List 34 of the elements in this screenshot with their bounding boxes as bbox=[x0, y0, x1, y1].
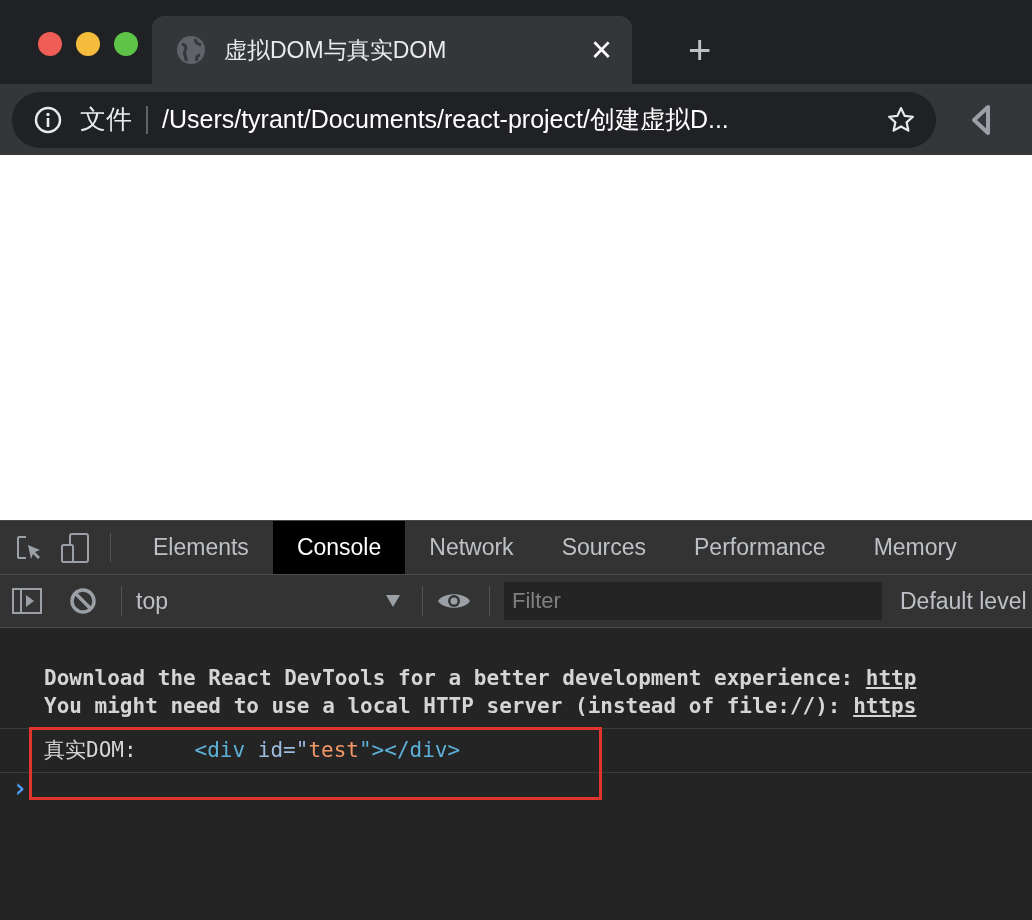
zoom-window-icon[interactable] bbox=[114, 32, 138, 56]
devtools-tab[interactable]: Performance bbox=[670, 521, 850, 574]
log-label: 真实DOM: bbox=[44, 736, 137, 764]
console-message: Download the React DevTools for a better development experience: http bbox=[44, 665, 918, 692]
address-bar[interactable]: 文件 /Users/tyrant/Documents/react-project/创建虚拟D... bbox=[12, 91, 936, 148]
console-message: You might need to use a local HTTP server (instead of file://): https bbox=[44, 693, 918, 720]
console-prompt[interactable]: › bbox=[0, 773, 1032, 803]
message-link[interactable]: https bbox=[853, 694, 917, 718]
context-select[interactable]: top bbox=[136, 583, 400, 619]
new-tab-button[interactable]: + bbox=[688, 30, 712, 70]
back-arrow-icon[interactable] bbox=[970, 103, 992, 136]
sidebar-toggle-icon[interactable] bbox=[11, 587, 43, 615]
message-link[interactable]: http bbox=[865, 666, 917, 690]
devtools-tab[interactable]: Console bbox=[272, 521, 406, 574]
info-icon bbox=[34, 105, 62, 134]
scheme-label: 文件 bbox=[80, 103, 132, 136]
log-levels-dropdown[interactable]: Default level bbox=[900, 583, 1027, 619]
log-element: <div id="test"></div> bbox=[194, 736, 461, 764]
tab-title: 虚拟DOM与真实DOM bbox=[224, 35, 448, 65]
url-text: /Users/tyrant/Documents/react-project/创建虚拟D... bbox=[162, 103, 730, 135]
star-icon[interactable] bbox=[886, 104, 916, 135]
close-window-icon[interactable] bbox=[38, 32, 62, 56]
browser-tab[interactable]: 虚拟DOM与真实DOM × bbox=[152, 16, 632, 84]
devtools-tab[interactable]: Sources bbox=[537, 521, 670, 574]
clear-console-icon[interactable] bbox=[69, 587, 97, 615]
minimize-window-icon[interactable] bbox=[76, 32, 100, 56]
tab-close-button[interactable]: × bbox=[590, 32, 612, 68]
globe-icon bbox=[176, 35, 206, 65]
devtools-tab[interactable]: Network bbox=[405, 521, 538, 574]
dropdown-caret-icon bbox=[386, 595, 400, 607]
filter-field[interactable]: Filter bbox=[504, 582, 882, 620]
devtools-tab[interactable]: Elements bbox=[129, 521, 273, 574]
devtools-tab[interactable]: Memory bbox=[849, 521, 981, 574]
device-toolbar-icon[interactable] bbox=[60, 531, 92, 564]
